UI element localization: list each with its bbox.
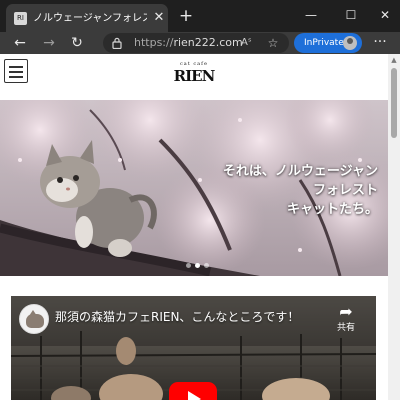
scroll-up-icon[interactable]: ▲	[390, 56, 398, 64]
address-bar[interactable]: https://rien222.com Aˢ ☆	[103, 33, 289, 53]
scrollbar-thumb[interactable]	[391, 68, 397, 138]
share-icon: ➦	[339, 302, 353, 321]
hamburger-line	[9, 76, 23, 78]
profile-icon	[343, 36, 357, 50]
url-scheme: https://	[134, 36, 174, 49]
hero-caption-line: それは、ノルウェージャン	[222, 164, 378, 179]
forward-button[interactable]: →	[38, 32, 60, 54]
hero-caption-line: キャットたち。	[286, 202, 378, 217]
slideshow-dot[interactable]	[186, 263, 191, 268]
tab-title: ノルウェージャンフォレストキャット専門	[33, 13, 147, 24]
hamburger-menu-button[interactable]	[4, 59, 28, 83]
share-label: 共有	[336, 323, 355, 333]
play-button[interactable]	[169, 382, 217, 400]
slideshow-dot[interactable]	[204, 263, 209, 268]
more-menu-button[interactable]: ···	[370, 32, 390, 54]
add-favorite-icon[interactable]: ☆	[265, 35, 281, 51]
lock-icon[interactable]	[112, 37, 122, 49]
hamburger-line	[9, 71, 23, 73]
maximize-button[interactable]: ☐	[338, 4, 364, 26]
hero-slideshow[interactable]: それは、ノルウェージャン フォレスト キャットたち。	[0, 100, 388, 276]
hamburger-line	[9, 66, 23, 68]
tab-strip: RI ノルウェージャンフォレストキャット専門 ✕ + — ☐ ✕	[0, 0, 400, 32]
browser-window: RI ノルウェージャンフォレストキャット専門 ✕ + — ☐ ✕ ← → ↻ h…	[0, 0, 400, 400]
tab-rien[interactable]: RI ノルウェージャンフォレストキャット専門 ✕	[6, 4, 168, 32]
url-host: rien222.com	[173, 36, 243, 49]
minimize-button[interactable]: —	[298, 4, 324, 26]
video-title[interactable]: 那須の森猫カフェRIEN、こんなところです！	[55, 308, 325, 326]
new-tab-button[interactable]: +	[177, 6, 195, 26]
inprivate-label: InPrivate	[304, 38, 344, 48]
refresh-button[interactable]: ↻	[66, 32, 88, 54]
inprivate-button[interactable]: InPrivate	[294, 33, 362, 53]
slideshow-dot[interactable]	[195, 263, 200, 268]
logo-title: RIEN	[173, 67, 216, 85]
site-favicon-icon: RI	[14, 12, 27, 25]
close-window-button[interactable]: ✕	[372, 4, 398, 26]
browser-toolbar: ← → ↻ https://rien222.com Aˢ ☆ InPrivate…	[0, 32, 400, 54]
hero-caption: それは、ノルウェージャン フォレスト キャットたち。	[200, 162, 378, 219]
tab-close-icon[interactable]: ✕	[152, 10, 166, 26]
url-text[interactable]: https://rien222.com	[134, 35, 244, 51]
site-logo[interactable]: cat cafe RIEN	[172, 60, 216, 88]
share-button[interactable]: ➦ 共有	[329, 302, 363, 342]
youtube-embed[interactable]: 那須の森猫カフェRIEN、こんなところです！ ➦ 共有	[11, 296, 376, 400]
read-aloud-icon[interactable]: Aˢ	[241, 35, 255, 51]
page-scrollbar[interactable]: ▲	[388, 54, 400, 400]
back-button[interactable]: ←	[9, 32, 31, 54]
channel-avatar[interactable]	[19, 304, 49, 334]
web-page: cat cafe RIEN それは、ノルウェージャン フォレスト キャットたち。…	[0, 54, 388, 400]
hero-caption-line: フォレスト	[312, 183, 378, 198]
